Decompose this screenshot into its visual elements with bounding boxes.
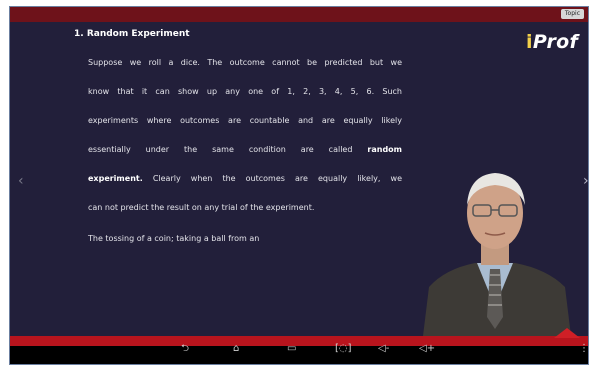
paragraph-line-3: experiments where outcomes are countable… — [88, 116, 402, 125]
topic-button[interactable]: Topic — [560, 9, 584, 19]
slide-heading: 1. Random Experiment — [74, 29, 190, 39]
paragraph-line-4: essentially under the same condition are… — [88, 144, 402, 156]
volume-down-icon[interactable]: ◁- — [378, 339, 389, 359]
menu-icon[interactable]: ⋮ — [579, 339, 589, 359]
paragraph-line-7: The tossing of a coin; taking a ball fro… — [88, 234, 260, 243]
top-bar: Topic — [10, 7, 588, 22]
back-icon[interactable]: ⮌ — [181, 339, 189, 359]
paragraph-line-5-text: Clearly when the outcomes are equally li… — [142, 174, 402, 183]
recents-icon[interactable]: ▭ — [287, 339, 296, 359]
screenshot-icon[interactable]: [◌] — [335, 339, 352, 359]
paragraph-line-4-text: essentially under the same condition are… — [88, 145, 353, 154]
volume-up-icon[interactable]: ◁+ — [419, 339, 435, 359]
iprof-logo: iProf — [526, 31, 578, 53]
paragraph-line-2: know that it can show up any one of 1, 2… — [88, 87, 402, 96]
prev-slide-arrow[interactable]: ‹ — [18, 173, 24, 189]
logo-prof: Prof — [532, 31, 579, 53]
paragraph-line-5: experiment. Clearly when the outcomes ar… — [88, 173, 402, 185]
bottom-bar-triangle — [554, 328, 580, 338]
home-icon[interactable]: ⌂ — [233, 339, 239, 359]
presenter-video — [415, 157, 575, 336]
next-slide-arrow[interactable]: › — [583, 173, 588, 189]
tablet-screen: Topic 1. Random Experiment Suppose we ro… — [9, 6, 589, 365]
paragraph-line-6: can not predict the result on any trial … — [88, 203, 315, 212]
bold-term-random: random — [367, 145, 403, 154]
paragraph-line-1: Suppose we roll a dice. The outcome cann… — [88, 58, 402, 67]
bold-term-experiment: experiment. — [88, 174, 143, 183]
android-nav-icons: ⮌ ⌂ ▭ [◌] ◁- ◁+ ⋮ — [9, 339, 589, 359]
logo-i: i — [526, 31, 533, 53]
